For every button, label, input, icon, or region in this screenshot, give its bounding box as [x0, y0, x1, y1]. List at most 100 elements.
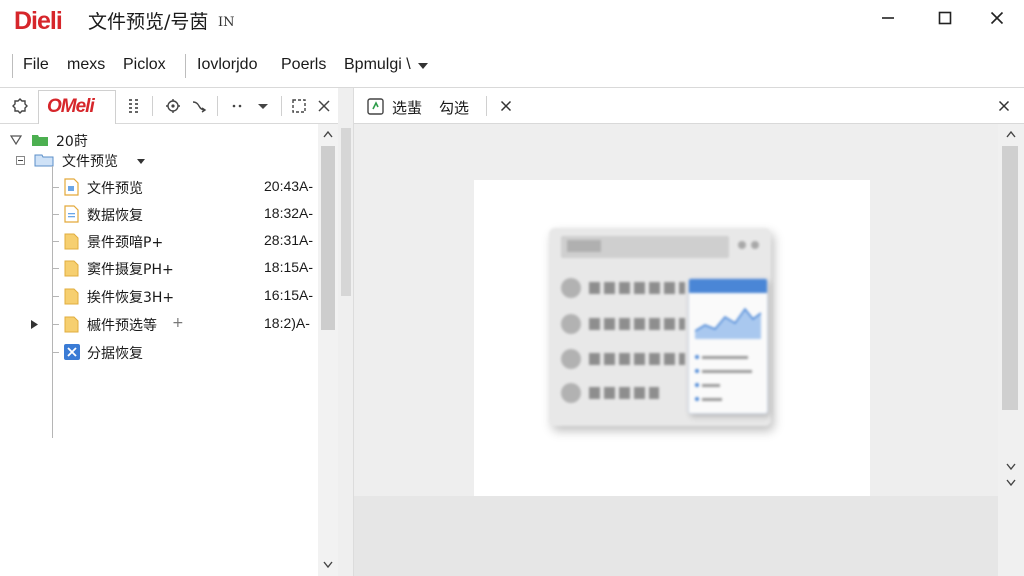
- left-scrollbar[interactable]: [318, 124, 338, 576]
- preview-icon[interactable]: [367, 98, 384, 115]
- list-icon[interactable]: [122, 94, 146, 118]
- collapse-box-icon[interactable]: [16, 156, 25, 165]
- preview-panel: 选蜚 勾选: [354, 88, 1024, 576]
- tree-item[interactable]: 挨件恢复3H+ 16:15A-: [0, 284, 320, 308]
- close-panel-icon[interactable]: [998, 100, 1010, 112]
- minimize-icon: [882, 17, 894, 19]
- tree-item-time: 28:31A-: [264, 232, 314, 248]
- splitter-handle[interactable]: [341, 128, 351, 296]
- panel-splitter[interactable]: [338, 88, 354, 576]
- select-tab-label[interactable]: 勾选: [439, 97, 469, 118]
- tree-guide-line: [52, 268, 59, 269]
- tree-item-time: 20:43A-: [264, 178, 314, 194]
- tree-guide-line: [52, 241, 59, 242]
- tree-item-suffix: +: [172, 315, 184, 331]
- preview-image-card: [474, 180, 870, 496]
- expand-arrow-icon[interactable]: [30, 319, 39, 330]
- tree-item-label: 文件预览: [87, 181, 143, 197]
- scroll-end-icon[interactable]: [1002, 474, 1020, 490]
- document-icon: [64, 178, 79, 196]
- close-icon: [990, 11, 1004, 25]
- toolbar-separator: [281, 96, 282, 116]
- folder-icon: [64, 288, 79, 305]
- menu-item-piclox[interactable]: Piclox: [123, 56, 166, 74]
- tree-item[interactable]: 文件预览 20:43A-: [0, 175, 320, 199]
- menu-item-bpmulgi[interactable]: Bpmulgi \: [344, 56, 411, 74]
- folder-icon: [64, 316, 79, 333]
- scroll-down-icon[interactable]: [1002, 458, 1020, 474]
- refresh-icon[interactable]: [161, 94, 185, 118]
- file-tree-panel: OMeli 20莳 文件预览 文件预览 20:43A- 数据恢复 18:32A-…: [0, 88, 338, 576]
- preview-scrollbar[interactable]: [998, 124, 1024, 576]
- folder-icon: [32, 135, 48, 146]
- pin-icon[interactable]: [287, 94, 311, 118]
- tree-item-label: 窦件摄复PH+: [87, 262, 174, 278]
- preview-thumbnail: [549, 228, 771, 426]
- menu-item-file[interactable]: File: [23, 56, 49, 74]
- tree-guide-line: [52, 296, 59, 297]
- app-logo: Dieli: [14, 7, 63, 35]
- tree-guide-line: [52, 352, 59, 353]
- tree-item-label: 槭件预选等: [87, 318, 157, 334]
- preview-tab-label[interactable]: 选蜚: [392, 97, 422, 118]
- more-icon[interactable]: [225, 94, 249, 118]
- tree-folder[interactable]: 文件预览: [0, 148, 320, 172]
- menu-item-poerls[interactable]: Poerls: [281, 56, 326, 74]
- menu-bar: File mexs Piclox Iovlorjdo Poerls Bpmulg…: [0, 44, 1024, 88]
- tree-item[interactable]: 数据恢复 18:32A-: [0, 202, 320, 226]
- tree-item-time: 18:2)A-: [264, 315, 310, 331]
- close-icon[interactable]: [500, 100, 512, 112]
- title-bar: Dieli 文件预览/号茵 IN: [0, 0, 1024, 40]
- tree-folder-label: 文件预览: [62, 154, 118, 170]
- file-tree: 20莳 文件预览 文件预览 20:43A- 数据恢复 18:32A- 景件颈喑P…: [0, 126, 320, 576]
- maximize-button[interactable]: [920, 0, 970, 36]
- expand-arrow-icon[interactable]: [10, 135, 22, 145]
- toolbar-separator: [217, 96, 218, 116]
- chevron-down-icon[interactable]: [418, 63, 428, 69]
- tree-item-label: 挨件恢复3H+: [87, 290, 175, 306]
- language-indicator[interactable]: IN: [218, 15, 235, 30]
- scroll-down-icon[interactable]: [319, 556, 337, 572]
- chevron-down-icon[interactable]: [136, 158, 146, 165]
- left-toolbar: OMeli: [0, 88, 338, 124]
- tab-omeli-label: OMeli: [47, 96, 95, 117]
- menu-separator: [185, 54, 186, 78]
- chevron-down-icon[interactable]: [251, 94, 275, 118]
- tree-item[interactable]: 景件颈喑P+ 28:31A-: [0, 229, 320, 253]
- preview-area: [354, 124, 998, 576]
- scroll-up-icon[interactable]: [1002, 126, 1020, 142]
- menu-separator: [12, 54, 13, 78]
- folder-icon: [64, 233, 79, 250]
- tree-item-time: 18:15A-: [264, 259, 314, 275]
- filter-icon[interactable]: [187, 94, 211, 118]
- folder-open-icon: [34, 154, 54, 167]
- tree-item-label: 景件颈喑P+: [87, 235, 164, 251]
- toolbar-separator: [152, 96, 153, 116]
- preview-toolbar: 选蜚 勾选: [354, 88, 1024, 124]
- folder-icon: [64, 260, 79, 277]
- toolbar-separator: [486, 96, 487, 116]
- scroll-up-icon[interactable]: [319, 126, 337, 142]
- tree-item-label: 分据恢复: [87, 346, 143, 362]
- tree-item-label: 数据恢复: [87, 208, 143, 224]
- tree-item[interactable]: 分据恢复: [0, 340, 320, 364]
- minimize-button[interactable]: [863, 0, 913, 36]
- scrollbar-thumb[interactable]: [1002, 146, 1018, 410]
- tree-item-time: 18:32A-: [264, 205, 314, 221]
- scrollbar-thumb[interactable]: [321, 146, 335, 330]
- tree-guide-line: [52, 214, 59, 215]
- menu-item-iovlorjdo[interactable]: Iovlorjdo: [197, 56, 257, 74]
- close-icon[interactable]: [312, 94, 336, 118]
- tree-item-time: 16:15A-: [264, 287, 314, 303]
- window-title: 文件预览/号茵: [88, 11, 209, 33]
- tree-item[interactable]: 窦件摄复PH+ 18:15A-: [0, 256, 320, 280]
- settings-gear-icon[interactable]: [8, 94, 32, 118]
- preview-footer: [354, 496, 998, 576]
- menu-item-mexs[interactable]: mexs: [67, 56, 105, 74]
- app-icon: [64, 344, 80, 360]
- close-window-button[interactable]: [972, 0, 1022, 36]
- tree-item[interactable]: 槭件预选等 + 18:2)A-: [0, 312, 320, 336]
- document-icon: [64, 205, 79, 223]
- tree-guide-line: [52, 324, 59, 325]
- tab-omeli[interactable]: OMeli: [38, 90, 116, 124]
